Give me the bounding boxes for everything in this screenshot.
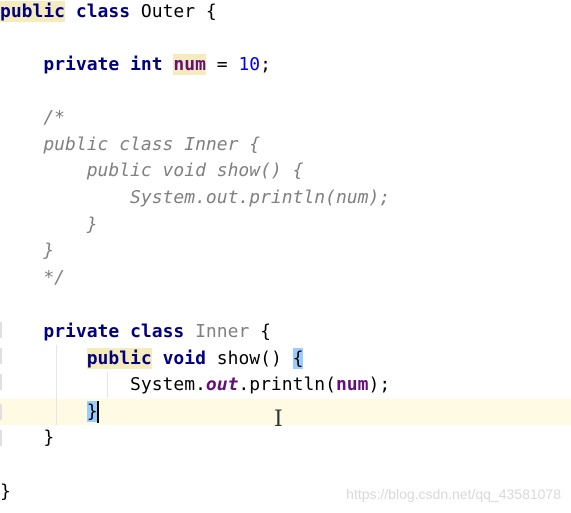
comment-line: } [0, 214, 98, 235]
code-line-inner-class: private class Inner { [43, 321, 271, 342]
code-line-method-close: } [0, 399, 571, 425]
comment-line: public void show() { [0, 160, 304, 181]
code-editor[interactable]: public class Outer { private int num = 1… [0, 0, 571, 513]
code-line-method: public void show() { [86, 348, 304, 369]
code-line-field: private int num = 10; [43, 54, 271, 75]
watermark: https://blog.csdn.net/qq_43581078 [346, 486, 561, 502]
code-line-println: System.out.println(num); [130, 374, 391, 395]
comment-line: */ [0, 267, 66, 288]
ibeam-cursor-icon: I [274, 407, 283, 432]
code-line-inner-close: } [0, 427, 55, 448]
text-caret [96, 401, 99, 423]
comment-line: public class Inner { [0, 134, 261, 155]
comment-line: /* [0, 107, 66, 128]
matched-brace-open: { [292, 348, 304, 369]
code-line-class-outer: public class Outer { [0, 1, 217, 22]
comment-line: System.out.println(num); [0, 187, 391, 208]
comment-line: } [0, 240, 55, 261]
